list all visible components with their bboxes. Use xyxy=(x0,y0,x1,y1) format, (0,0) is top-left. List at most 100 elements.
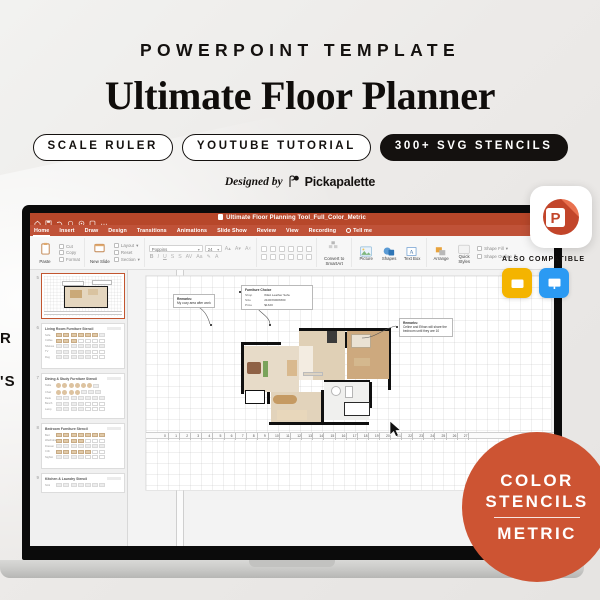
bold-button[interactable]: B xyxy=(149,254,155,260)
align-left-button[interactable] xyxy=(261,253,268,260)
layout-button[interactable]: Layout ▾ xyxy=(113,243,140,249)
columns-button[interactable] xyxy=(297,253,304,260)
clear-formatting-button[interactable]: A☓ xyxy=(244,246,252,252)
thumb-ruler xyxy=(44,311,122,315)
convert-to-smartart-button[interactable]: Convert to SmartArt xyxy=(321,240,347,266)
tab-insert[interactable]: Insert xyxy=(59,228,74,234)
font-size-select[interactable]: 24 xyxy=(204,245,222,253)
tell-me-search[interactable]: Tell me xyxy=(346,228,372,234)
layout-icon xyxy=(113,243,119,248)
ruler-tick-mark xyxy=(323,433,324,440)
decrease-font-size-button[interactable]: A▾ xyxy=(234,246,242,252)
format-painter-button[interactable]: Format xyxy=(59,256,80,262)
ruler-tick-mark xyxy=(245,433,247,440)
font-color-button[interactable]: A xyxy=(214,254,219,260)
tab-recording[interactable]: Recording xyxy=(309,228,337,234)
tab-home[interactable]: Home xyxy=(32,228,51,237)
ruler-tick-label: 8 xyxy=(252,434,255,438)
wall-bottom xyxy=(269,422,369,425)
slide-thumbnail-8[interactable]: Bedroom Furniture Stencil Bed Wardrobe D… xyxy=(41,423,125,469)
shadow-button[interactable]: S xyxy=(177,254,182,260)
new-slide-button[interactable]: New Slide xyxy=(89,242,111,264)
character-spacing-button[interactable]: AV xyxy=(185,254,194,260)
window-title: Ultimate Floor Planning Tool_Full_Color_… xyxy=(226,215,366,221)
increase-font-size-button[interactable]: A▴ xyxy=(224,246,232,252)
align-center-button[interactable] xyxy=(270,253,277,260)
font-row-1: Poppins 24 A▴ A▾ A☓ xyxy=(148,245,252,253)
slide-thumbnail-9[interactable]: Kitchen & Laundry Stencil Sink xyxy=(41,473,125,493)
arrange-label: Arrange xyxy=(433,256,449,261)
list-item[interactable]: 8 Bedroom Furniture Stencil Bed Wardrobe… xyxy=(32,423,125,469)
thumb-title: Bedroom Furniture Stencil xyxy=(45,427,88,431)
ruler-tick-label: 11 xyxy=(286,434,290,438)
cut-button[interactable]: Cut xyxy=(59,243,80,249)
ruler-tick-mark xyxy=(334,433,335,440)
thumb-title: Kitchen & Laundry Stencil xyxy=(45,477,88,481)
tab-animations[interactable]: Animations xyxy=(177,228,207,234)
slide-thumbnail-7[interactable]: Dining & Study Furniture Stencil Table C… xyxy=(41,373,125,419)
shapes-label: Shapes xyxy=(381,256,397,261)
line-spacing-button[interactable] xyxy=(297,245,304,252)
section-label: Section xyxy=(120,257,136,262)
bullets-button[interactable] xyxy=(261,245,268,252)
quick-styles-button[interactable]: Quick Styles xyxy=(454,242,474,264)
callout-remarks-left[interactable]: Remarks: My cozy area after work xyxy=(173,294,215,309)
shape-fill-button[interactable]: Shape Fill ▾ xyxy=(477,246,516,252)
tab-draw[interactable]: Draw xyxy=(85,228,99,234)
ruler-tick-label: 1 xyxy=(175,434,177,438)
text-box-button[interactable]: A Text Box xyxy=(402,244,422,261)
badge-divider xyxy=(494,516,580,519)
designed-by-label: Designed by xyxy=(224,175,283,188)
copy-button[interactable]: Copy xyxy=(59,250,80,255)
pill-youtube-tutorial[interactable]: YOUTUBE TUTORIAL xyxy=(181,134,371,161)
picture-button[interactable]: Picture xyxy=(356,244,376,261)
align-right-button[interactable] xyxy=(279,253,286,260)
list-item[interactable]: 6 Living Room Furniture Stencil Sofa Cof… xyxy=(32,323,125,369)
thumb-badge xyxy=(107,377,121,380)
underline-button[interactable]: U xyxy=(162,254,168,260)
tab-design[interactable]: Design xyxy=(108,228,127,234)
paste-button[interactable]: Paste xyxy=(34,242,56,264)
edge-left-text: R 'S xyxy=(0,330,22,416)
ruler-tick-mark xyxy=(256,433,258,440)
change-case-button[interactable]: Aa xyxy=(195,254,203,260)
list-item[interactable]: 9 Kitchen & Laundry Stencil Sink xyxy=(32,473,125,493)
slide-thumbnail-5[interactable] xyxy=(41,273,125,319)
slide-thumbnail-6[interactable]: Living Room Furniture Stencil Sofa Coffe… xyxy=(41,323,125,369)
text-highlight-button[interactable]: ✎ xyxy=(206,254,212,260)
horizontal-ruler[interactable]: 0 1 2 3 4 5 6 7 8 9 10 11 12 13 14 15 16 17 18 19 20 21 22 23 24… xyxy=(146,432,554,440)
increase-indent-button[interactable] xyxy=(288,245,295,252)
reset-button[interactable]: Reset xyxy=(113,250,140,255)
numbering-button[interactable] xyxy=(270,245,277,252)
callout-furniture-choice[interactable]: Furniture Choice Shop IKEA Leather Sofa S… xyxy=(241,285,313,311)
tab-view[interactable]: View xyxy=(286,228,299,234)
pill-svg-stencils[interactable]: 300+ SVG STENCILS xyxy=(379,134,568,161)
slide-thumbnail-panel[interactable]: 5 6 Living Room Furniture Stencil Sofa C… xyxy=(30,270,128,546)
ruler-tick-label: 2 xyxy=(186,434,189,438)
fixture-sink xyxy=(331,386,341,396)
align-text-button[interactable] xyxy=(306,253,313,260)
font-name-select[interactable]: Poppins xyxy=(148,245,203,253)
justify-button[interactable] xyxy=(288,253,295,260)
thumb-callout-a xyxy=(62,281,84,286)
tab-transitions[interactable]: Transitions xyxy=(137,228,167,234)
shapes-button[interactable]: Shapes xyxy=(379,244,399,261)
compatible-app-icons xyxy=(502,268,592,298)
ruler-tick-label: 6 xyxy=(230,434,233,438)
list-item[interactable]: 7 Dining & Study Furniture Stencil Table… xyxy=(32,373,125,419)
italic-button[interactable]: I xyxy=(157,254,160,260)
section-button[interactable]: Section ▾ xyxy=(113,257,140,263)
window-title-wrap: Ultimate Floor Planning Tool_Full_Color_… xyxy=(30,214,554,221)
callout-body: Celine and Ethan will share the bedroom … xyxy=(403,325,447,334)
arrange-button[interactable]: Arrange xyxy=(431,244,451,261)
tab-review[interactable]: Review xyxy=(257,228,276,234)
list-item[interactable]: 5 xyxy=(32,273,125,319)
tab-slide-show[interactable]: Slide Show xyxy=(217,228,247,234)
callout-remarks-right[interactable]: Remarks: Celine and Ethan will share the… xyxy=(399,318,453,337)
strikethrough-button[interactable]: S xyxy=(170,254,175,260)
furniture-sofa xyxy=(247,362,261,374)
text-direction-button[interactable] xyxy=(306,245,313,252)
decrease-indent-button[interactable] xyxy=(279,245,286,252)
ruler-tick-mark xyxy=(345,433,347,440)
pill-scale-ruler[interactable]: SCALE RULER xyxy=(32,134,173,161)
